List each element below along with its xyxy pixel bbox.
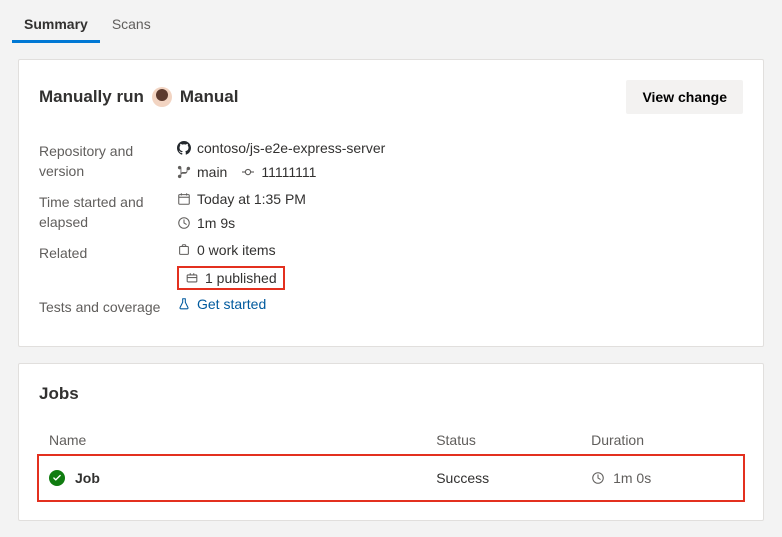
repository-link[interactable]: contoso/js-e2e-express-server xyxy=(177,140,385,156)
col-duration: Duration xyxy=(581,424,743,456)
commit-icon xyxy=(241,165,255,179)
artifact-icon xyxy=(185,271,199,285)
published-link[interactable]: 1 published xyxy=(205,270,277,286)
repo-version-label: Repository and version xyxy=(39,138,177,185)
github-icon xyxy=(177,141,191,155)
related-row: Related 0 work items 1 published xyxy=(39,240,743,290)
jobs-table: Name Status Duration Job Success xyxy=(39,424,743,500)
beaker-icon xyxy=(177,297,191,311)
started-at: Today at 1:35 PM xyxy=(177,191,306,207)
tests-label: Tests and coverage xyxy=(39,294,177,322)
job-name: Job xyxy=(75,470,100,486)
clock-icon xyxy=(591,471,605,485)
view-change-button[interactable]: View change xyxy=(626,80,743,114)
title-prefix: Manually run xyxy=(39,87,144,107)
time-row: Time started and elapsed Today at 1:35 P… xyxy=(39,189,743,236)
summary-card: Manually run Manual View change Reposito… xyxy=(18,59,764,347)
tests-link[interactable]: Get started xyxy=(177,296,266,312)
table-row[interactable]: Job Success 1m 0s xyxy=(39,456,743,500)
commit-link[interactable]: 11111111 xyxy=(241,164,316,180)
jobs-card: Jobs Name Status Duration Job Succes xyxy=(18,363,764,521)
published-highlight: 1 published xyxy=(177,266,285,290)
elapsed: 1m 9s xyxy=(177,215,306,231)
repository-text: contoso/js-e2e-express-server xyxy=(197,140,385,156)
page-title: Manually run Manual xyxy=(39,87,238,107)
jobs-title: Jobs xyxy=(39,384,743,404)
tab-scans[interactable]: Scans xyxy=(100,8,163,43)
elapsed-text: 1m 9s xyxy=(197,215,235,231)
tabs: Summary Scans xyxy=(0,0,782,43)
branch-text: main xyxy=(197,164,227,180)
title-suffix: Manual xyxy=(180,87,239,107)
time-label: Time started and elapsed xyxy=(39,189,177,236)
related-label: Related xyxy=(39,240,177,290)
calendar-icon xyxy=(177,192,191,206)
col-name: Name xyxy=(39,424,426,456)
workitem-icon xyxy=(177,243,191,257)
summary-header: Manually run Manual View change xyxy=(39,80,743,114)
work-items-link[interactable]: 0 work items xyxy=(177,242,285,258)
started-at-text: Today at 1:35 PM xyxy=(197,191,306,207)
tab-summary[interactable]: Summary xyxy=(12,8,100,43)
branch-link[interactable]: main xyxy=(177,164,227,180)
work-items-text: 0 work items xyxy=(197,242,276,258)
success-icon xyxy=(49,470,65,486)
col-status: Status xyxy=(426,424,581,456)
commit-text: 11111111 xyxy=(261,164,316,180)
repo-version-row: Repository and version contoso/js-e2e-ex… xyxy=(39,138,743,185)
branch-icon xyxy=(177,165,191,179)
job-status: Success xyxy=(426,456,581,500)
clock-icon xyxy=(177,216,191,230)
tests-link-text: Get started xyxy=(197,296,266,312)
tests-row: Tests and coverage Get started xyxy=(39,294,743,322)
job-duration: 1m 0s xyxy=(613,470,651,486)
avatar xyxy=(152,87,172,107)
